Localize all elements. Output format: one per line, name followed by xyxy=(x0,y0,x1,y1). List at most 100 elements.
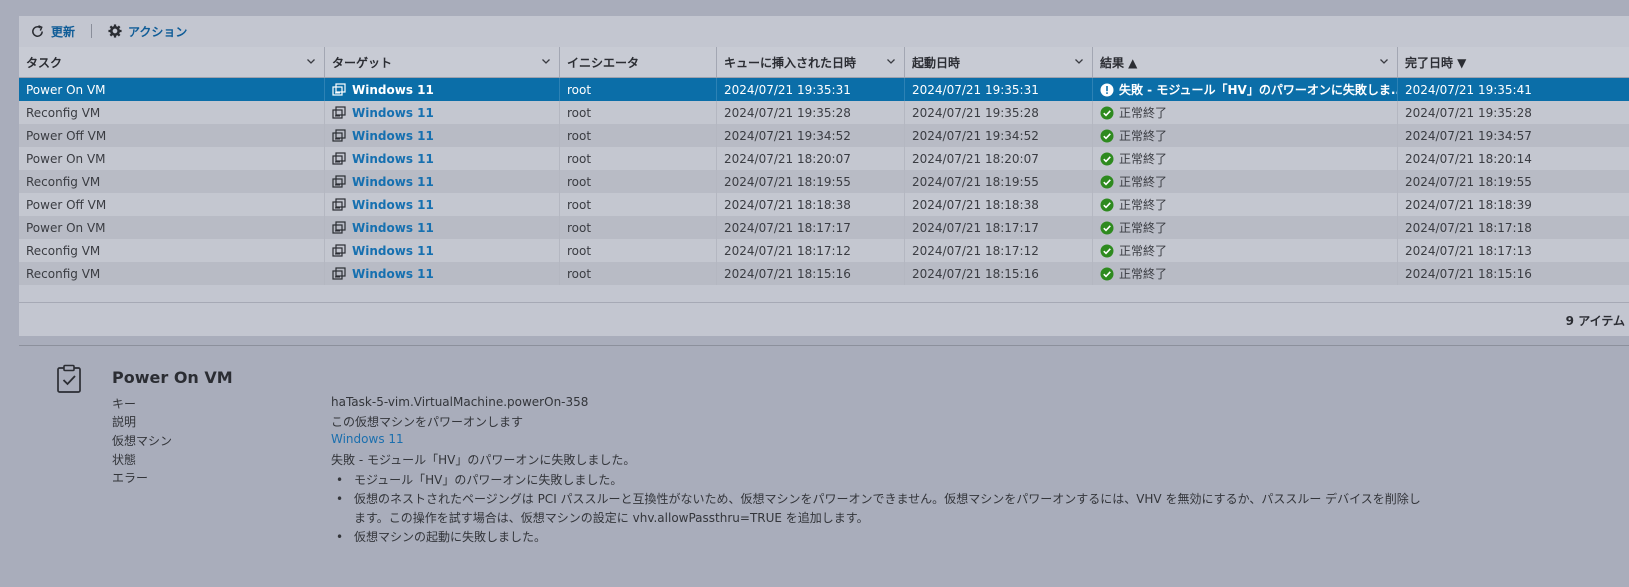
table-row[interactable]: Power On VM Windows 11 root 2024/07/21 18:… xyxy=(19,147,1629,170)
cell-result: 失敗 - モジュール「HV」のパワーオンに失敗しま... xyxy=(1093,78,1398,101)
label-state: 状態 xyxy=(112,453,137,467)
cell-task: Reconfig VM xyxy=(19,170,325,193)
chevron-down-icon[interactable] xyxy=(306,56,316,66)
target-link[interactable]: Windows 11 xyxy=(352,198,434,212)
table-row[interactable]: Power Off VM Windows 11 root 2024/07/21 19… xyxy=(19,124,1629,147)
cell-queued: 2024/07/21 18:18:38 xyxy=(717,193,905,216)
target-link[interactable]: Windows 11 xyxy=(352,152,434,166)
cell-completed: 2024/07/21 18:20:14 xyxy=(1405,151,1532,166)
target-link[interactable]: Windows 11 xyxy=(352,106,434,120)
cell-completed: 2024/07/21 19:35:41 xyxy=(1405,82,1532,97)
success-icon xyxy=(1100,221,1114,234)
table-row[interactable]: Reconfig VM Windows 11 root 2024/07/21 19:… xyxy=(19,101,1629,124)
target-link[interactable]: Windows 11 xyxy=(352,244,434,258)
target-link[interactable]: Windows 11 xyxy=(352,221,434,235)
detail-title: Power On VM xyxy=(112,368,233,387)
success-icon xyxy=(1100,175,1114,188)
success-icon xyxy=(1100,267,1114,280)
cell-queued: 2024/07/21 18:17:17 xyxy=(717,216,905,239)
toolbar: 更新 アクション xyxy=(19,16,1629,46)
success-icon xyxy=(1100,152,1114,165)
value-state: 失敗 - モジュール「HV」のパワーオンに失敗しました。 xyxy=(331,453,636,467)
cell-started: 2024/07/21 18:15:16 xyxy=(905,262,1093,285)
cell-queued: 2024/07/21 19:35:31 xyxy=(717,78,905,101)
column-header-target[interactable]: ターゲット xyxy=(325,47,560,77)
cell-completed: 2024/07/21 19:34:57 xyxy=(1405,128,1532,143)
column-label: タスク xyxy=(26,55,63,70)
cell-completed: 2024/07/21 18:15:16 xyxy=(1405,266,1532,281)
cell-result: 正常終了 xyxy=(1093,147,1398,170)
column-header-result[interactable]: 結果 ▲ xyxy=(1093,47,1398,77)
table-row[interactable]: Reconfig VM Windows 11 root 2024/07/21 18:… xyxy=(19,262,1629,285)
cell-initiator: root xyxy=(560,147,717,170)
cell-task: Power On VM xyxy=(19,78,325,101)
cell-queued: 2024/07/21 19:35:28 xyxy=(717,101,905,124)
cell-result: 正常終了 xyxy=(1093,239,1398,262)
cell-queued: 2024/07/21 18:19:55 xyxy=(717,170,905,193)
toolbar-separator xyxy=(91,24,93,38)
clipboard-check-icon xyxy=(57,364,81,393)
result-text: 正常終了 xyxy=(1119,129,1168,143)
chevron-down-icon[interactable] xyxy=(1379,56,1389,66)
cell-result: 正常終了 xyxy=(1093,216,1398,239)
cell-target: Windows 11 xyxy=(325,101,560,124)
cell-initiator: root xyxy=(560,101,717,124)
cell-target: Windows 11 xyxy=(325,170,560,193)
chevron-down-icon[interactable] xyxy=(541,56,551,66)
cell-task: Reconfig VM xyxy=(19,101,325,124)
vm-icon xyxy=(332,82,346,96)
refresh-icon xyxy=(32,24,43,37)
chevron-down-icon[interactable] xyxy=(886,56,896,66)
cell-target: Windows 11 xyxy=(325,262,560,285)
vm-link[interactable]: Windows 11 xyxy=(331,432,404,446)
cell-started: 2024/07/21 19:35:31 xyxy=(905,78,1093,101)
target-link[interactable]: Windows 11 xyxy=(352,175,434,189)
cell-queued: 2024/07/21 18:15:16 xyxy=(717,262,905,285)
table-row[interactable]: Power On VM Windows 11 root 2024/07/21 18:… xyxy=(19,216,1629,239)
cell-target: Windows 11 xyxy=(325,216,560,239)
vm-icon xyxy=(332,266,346,280)
table-row[interactable]: Power Off VM Windows 11 root 2024/07/21 18… xyxy=(19,193,1629,216)
error-item: 仮想のネストされたページングは PCI パススルーと互換性がないため、仮想マシン… xyxy=(331,490,1431,528)
cell-started: 2024/07/21 18:17:12 xyxy=(905,239,1093,262)
cell-initiator: root xyxy=(560,193,717,216)
cell-initiator: root xyxy=(560,239,717,262)
target-link[interactable]: Windows 11 xyxy=(352,129,434,143)
table-row[interactable]: Reconfig VM Windows 11 root 2024/07/21 18:… xyxy=(19,170,1629,193)
cell-queued: 2024/07/21 18:20:07 xyxy=(717,147,905,170)
cell-task: Reconfig VM xyxy=(19,239,325,262)
label-description: 説明 xyxy=(112,415,137,429)
cell-result: 正常終了 xyxy=(1093,193,1398,216)
vm-icon xyxy=(332,151,346,165)
chevron-down-icon[interactable] xyxy=(1074,56,1084,66)
cell-completed: 2024/07/21 18:19:55 xyxy=(1405,174,1532,189)
cell-started: 2024/07/21 18:18:38 xyxy=(905,193,1093,216)
result-text: 正常終了 xyxy=(1119,198,1168,212)
table-row[interactable]: Reconfig VM Windows 11 root 2024/07/21 18:… xyxy=(19,239,1629,262)
cell-completed: 2024/07/21 18:17:13 xyxy=(1405,243,1532,258)
result-text: 正常終了 xyxy=(1119,221,1168,235)
cell-result: 正常終了 xyxy=(1093,262,1398,285)
column-header-initiator[interactable]: イニシエータ xyxy=(560,47,717,77)
label-error: エラー xyxy=(112,471,149,485)
target-link[interactable]: Windows 11 xyxy=(352,267,434,281)
cell-task: Power Off VM xyxy=(19,193,325,216)
actions-label: アクション xyxy=(128,24,188,39)
column-label: 完了日時 ▼ xyxy=(1405,55,1467,70)
column-header-queued[interactable]: キューに挿入された日時 xyxy=(717,47,905,77)
cell-task: Power On VM xyxy=(19,216,325,239)
success-icon xyxy=(1100,198,1114,211)
table-row[interactable]: Power On VM Windows 11 root 2024/07/21 19:… xyxy=(19,78,1629,101)
actions-button[interactable]: アクション xyxy=(108,23,187,40)
target-link[interactable]: Windows 11 xyxy=(352,83,434,97)
refresh-button[interactable]: 更新 xyxy=(30,23,75,40)
column-header-started[interactable]: 起動日時 xyxy=(905,47,1093,77)
vm-icon xyxy=(332,174,346,188)
column-header-completed[interactable]: 完了日時 ▼ xyxy=(1398,47,1629,77)
cell-result: 正常終了 xyxy=(1093,101,1398,124)
column-header-task[interactable]: タスク xyxy=(19,47,325,77)
cell-result: 正常終了 xyxy=(1093,124,1398,147)
vm-icon xyxy=(332,105,346,119)
result-text: 正常終了 xyxy=(1119,267,1168,281)
cell-started: 2024/07/21 19:34:52 xyxy=(905,124,1093,147)
